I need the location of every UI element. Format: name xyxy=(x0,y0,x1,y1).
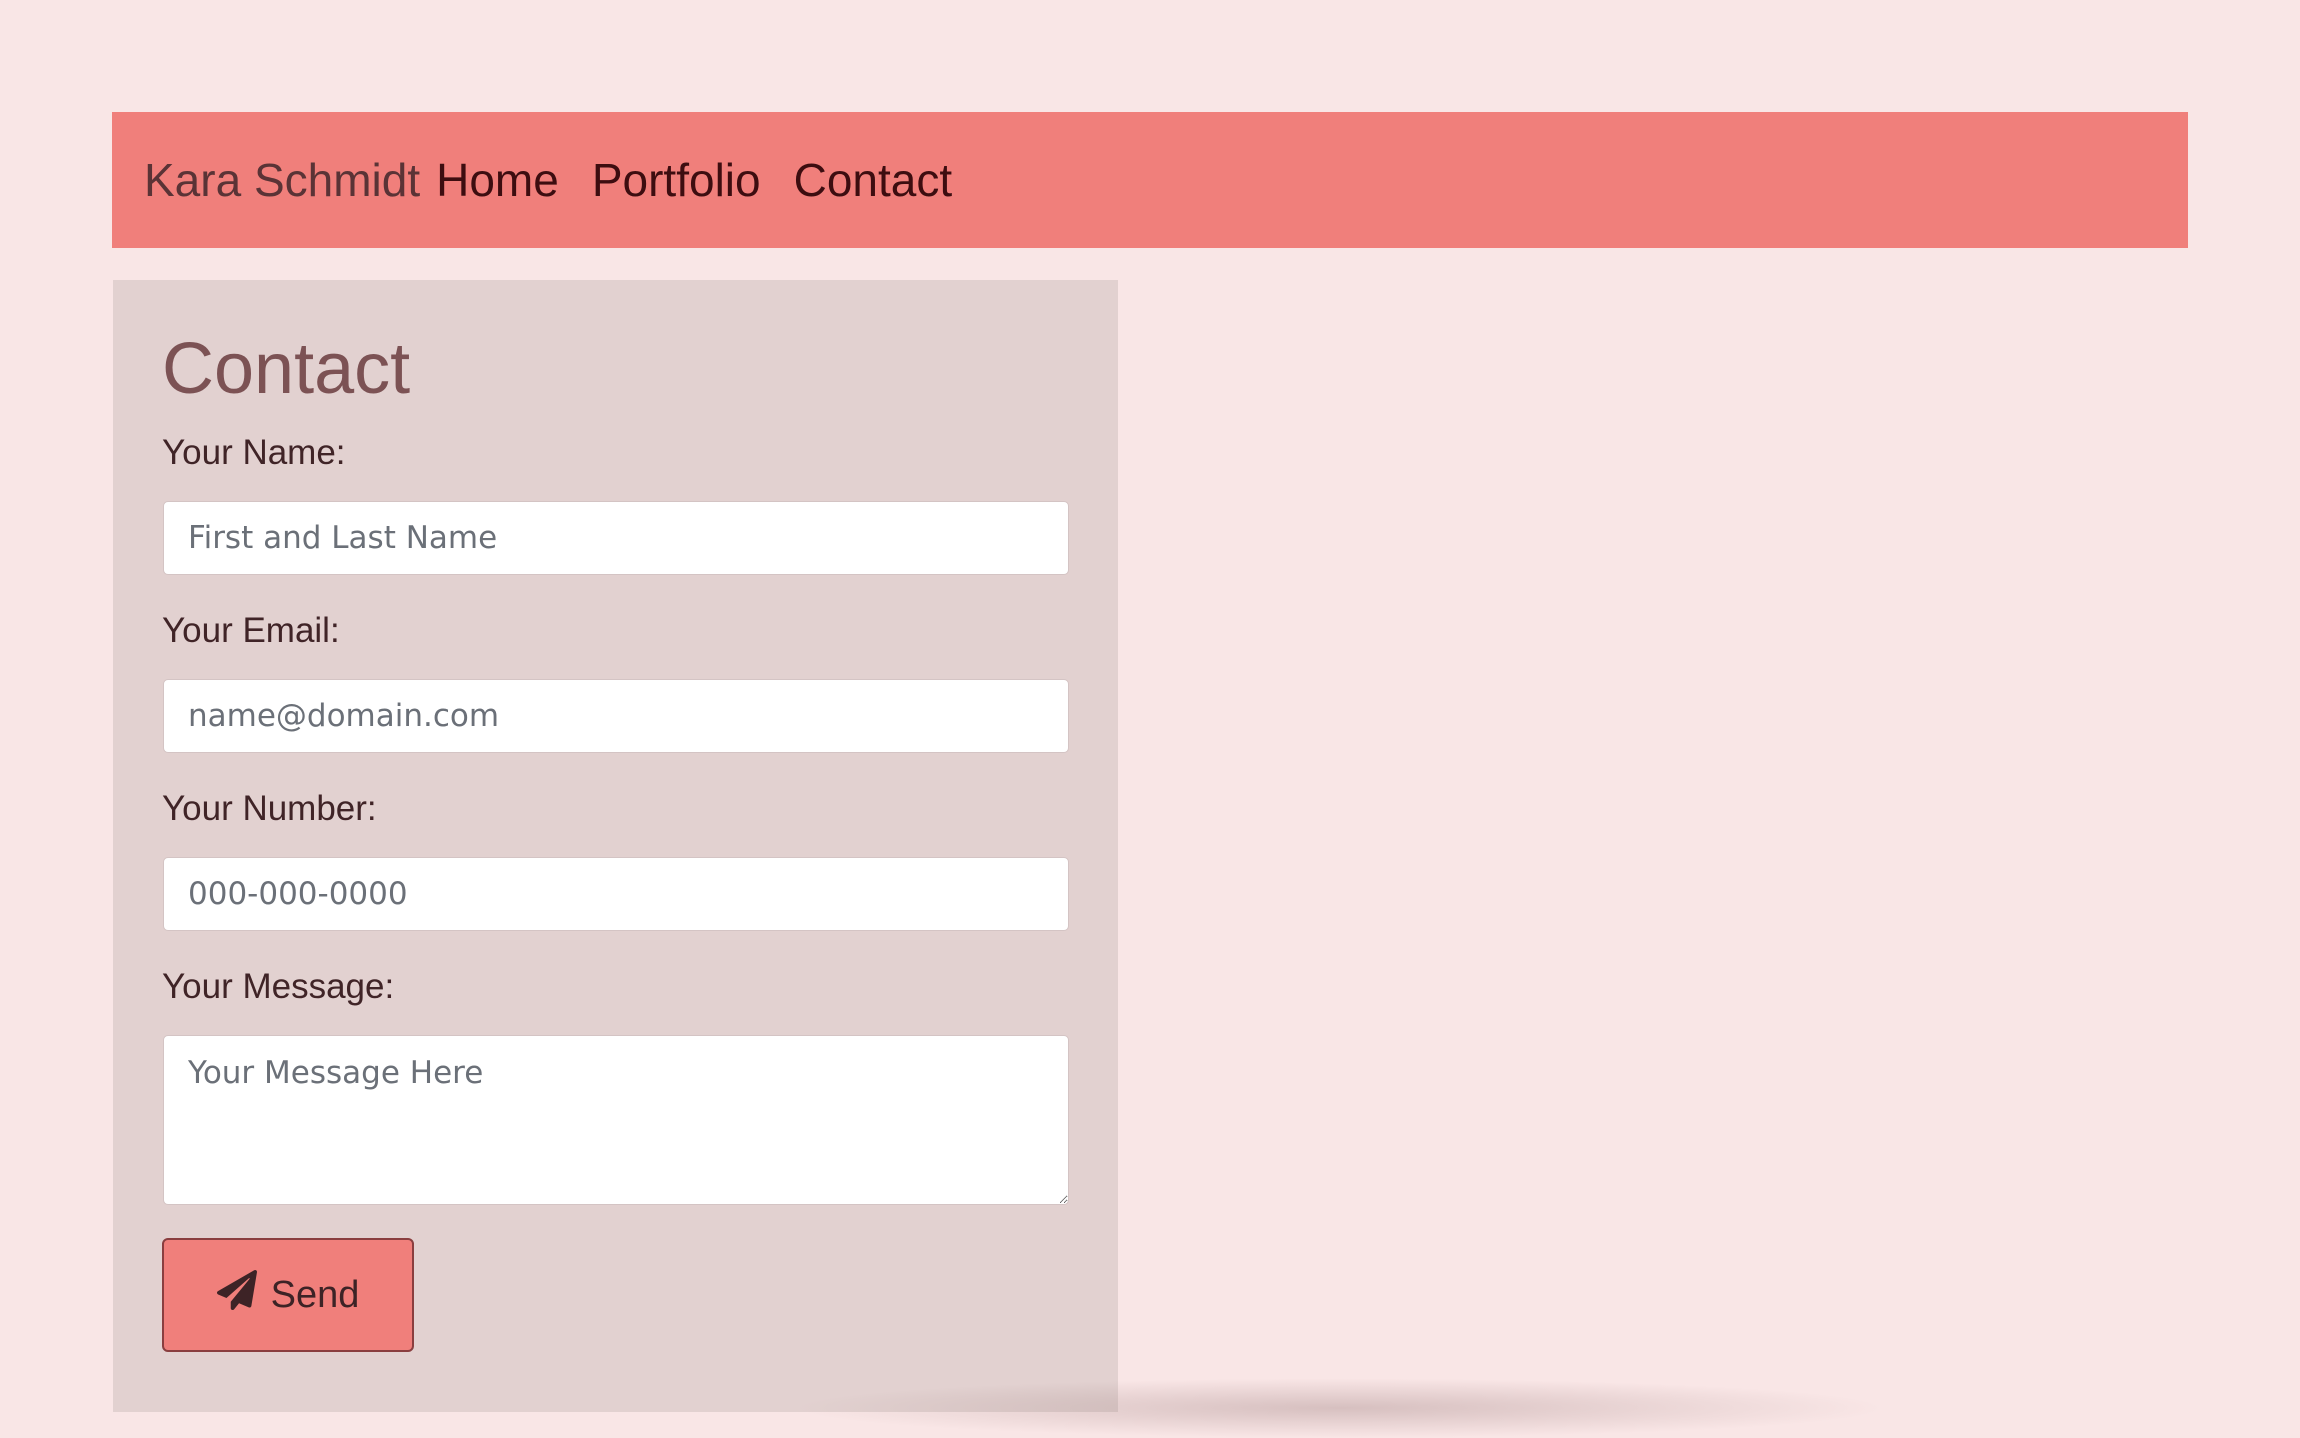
email-label: Your Email: xyxy=(162,611,340,650)
message-label: Your Message: xyxy=(162,967,395,1006)
nav-link-contact[interactable]: Contact xyxy=(794,153,953,207)
send-button[interactable]: Send xyxy=(162,1238,414,1352)
paper-plane-icon xyxy=(216,1269,257,1320)
send-button-label: Send xyxy=(270,1273,360,1316)
contact-panel: Contact Your Name: Your Email: Your Numb… xyxy=(113,280,1118,1412)
message-textarea[interactable] xyxy=(163,1035,1069,1205)
decorative-shadow xyxy=(790,1378,1890,1438)
nav-link-portfolio[interactable]: Portfolio xyxy=(592,153,761,207)
brand-name[interactable]: Kara Schmidt xyxy=(144,153,420,207)
name-input[interactable] xyxy=(163,501,1069,575)
number-label: Your Number: xyxy=(162,789,377,828)
number-input[interactable] xyxy=(163,857,1069,931)
top-navbar: Kara Schmidt Home Portfolio Contact xyxy=(112,112,2188,248)
name-label: Your Name: xyxy=(162,433,346,472)
nav-link-home[interactable]: Home xyxy=(436,153,559,207)
email-input[interactable] xyxy=(163,679,1069,753)
page-title: Contact xyxy=(162,329,411,409)
